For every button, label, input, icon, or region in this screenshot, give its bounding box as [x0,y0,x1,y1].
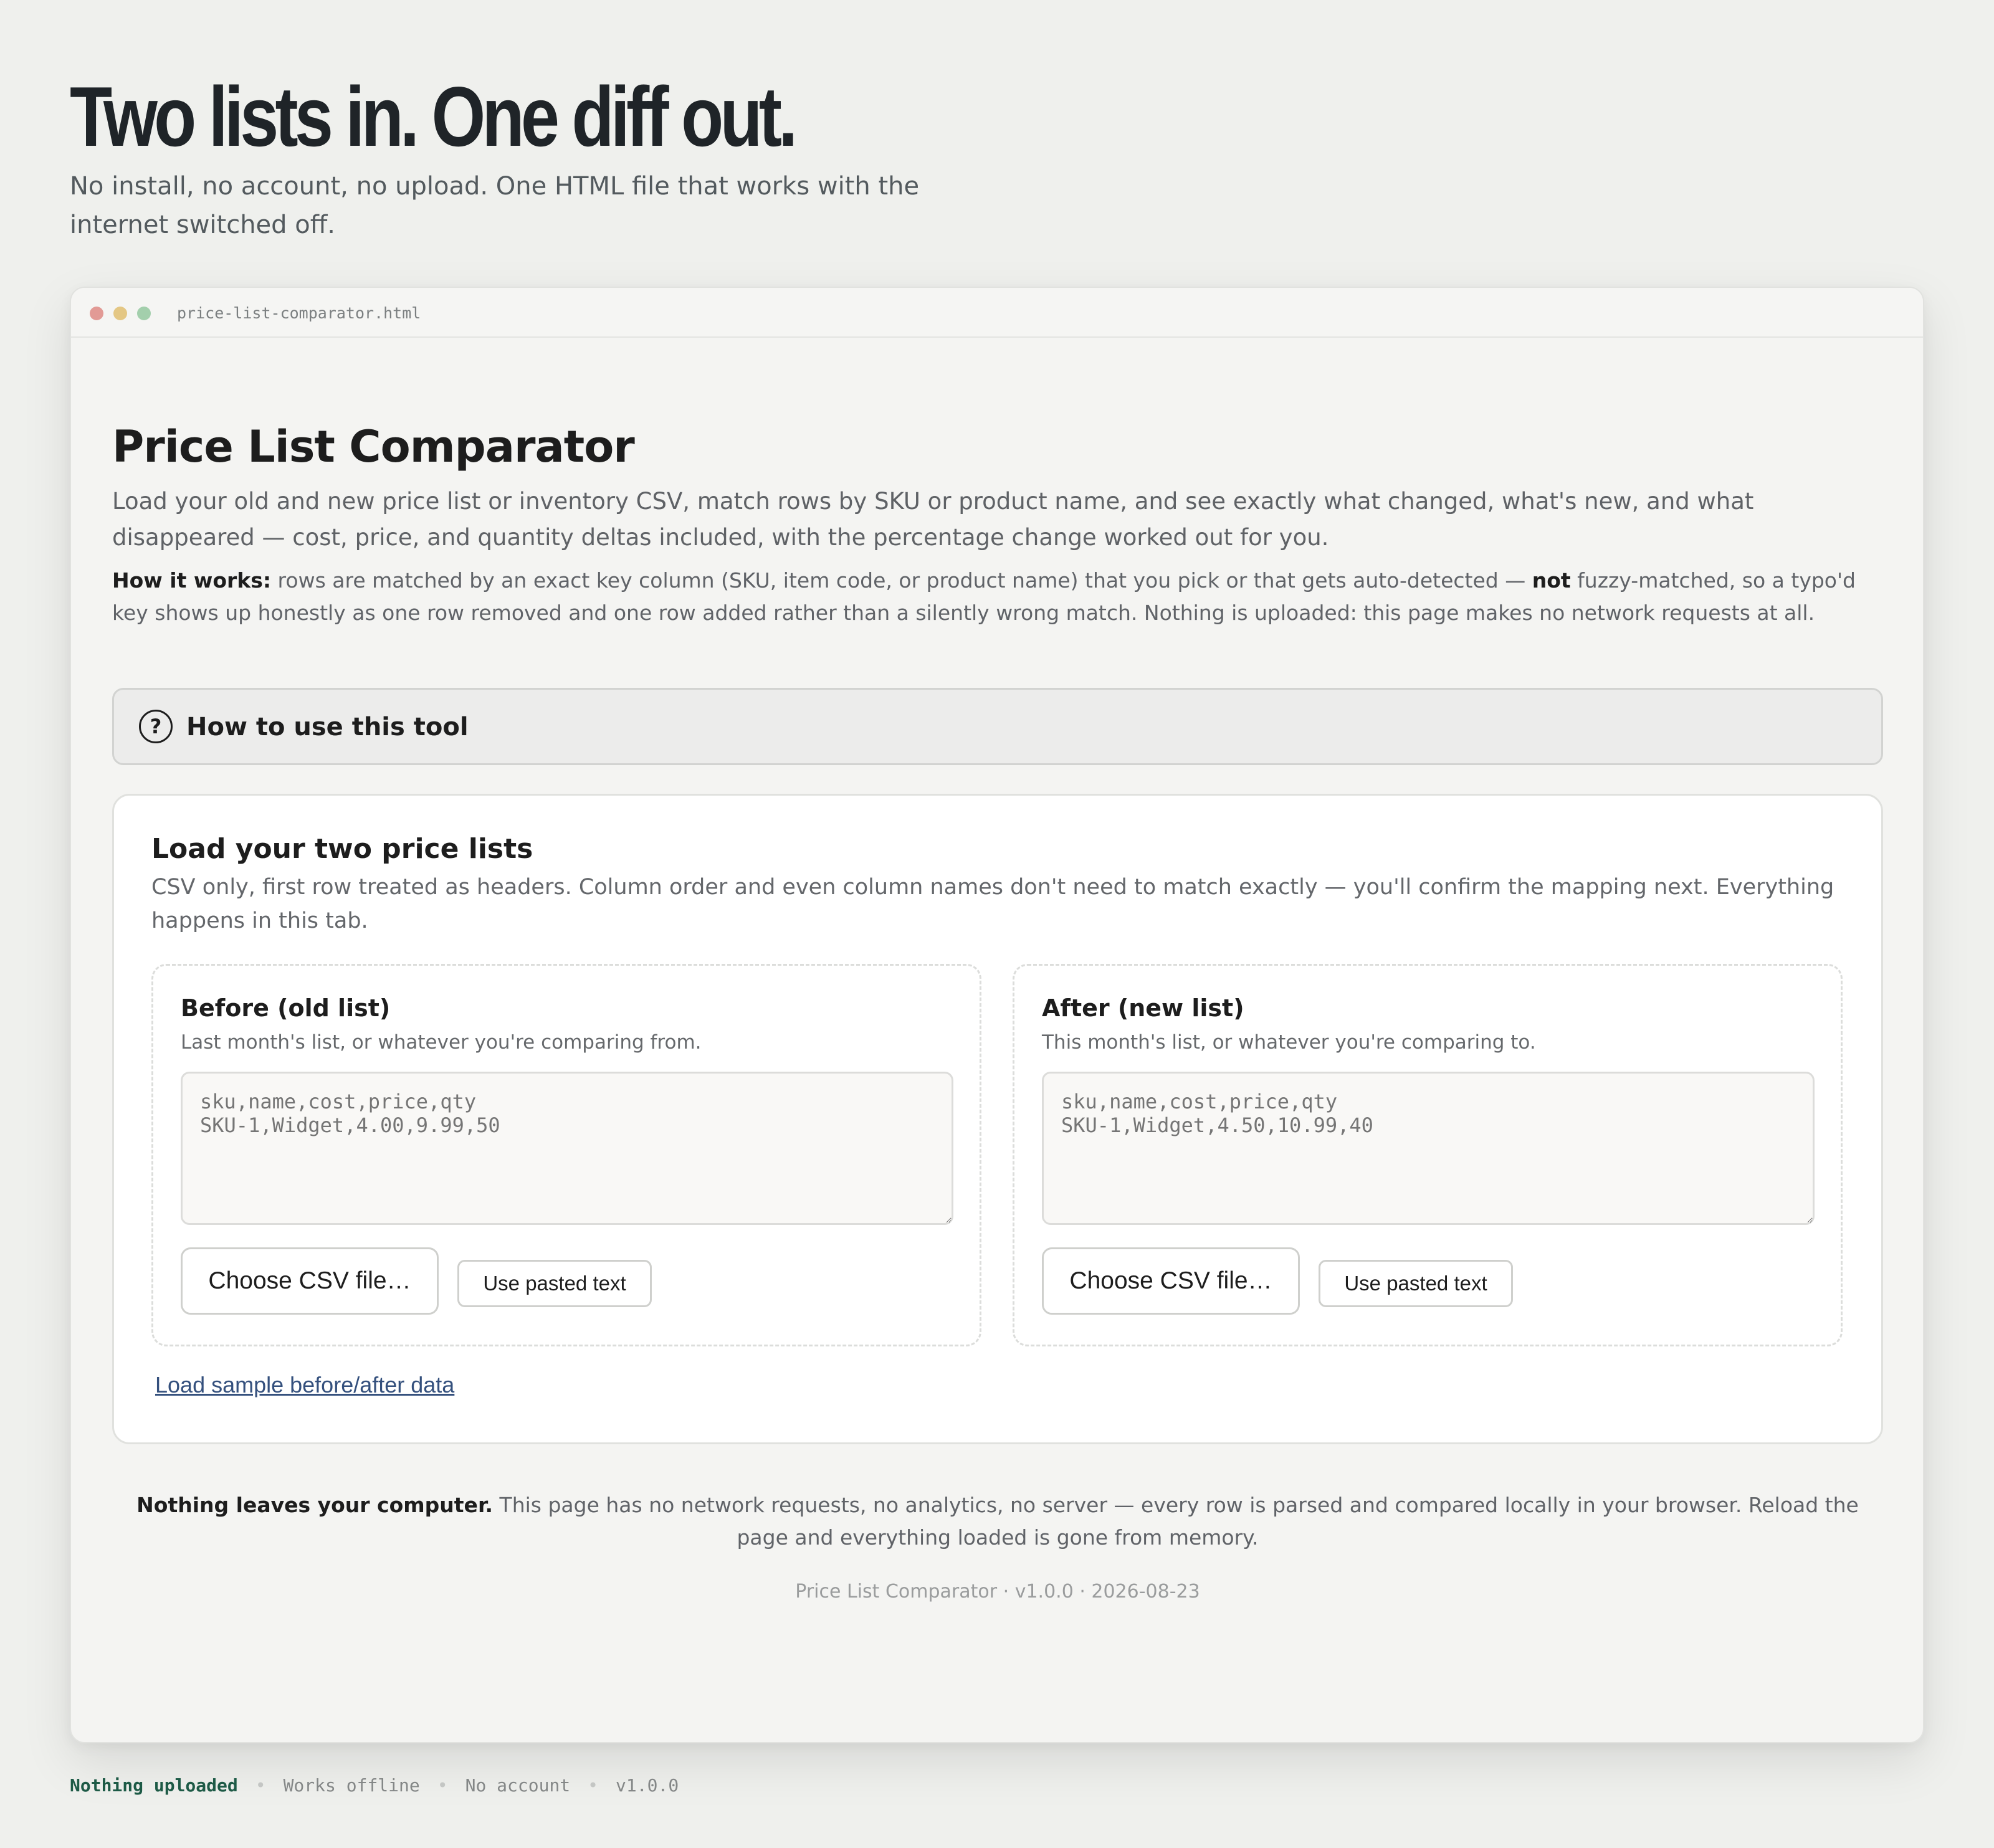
privacy-note: Nothing leaves your computer. This page … [112,1489,1883,1554]
load-card-title: Load your two price lists [151,833,533,865]
version-line: Price List Comparator · v1.0.0 · 2026-08… [795,1581,1200,1603]
app-title: Price List Comparator [112,421,635,472]
before-choose-file-button[interactable]: Choose CSV file… [181,1247,439,1315]
before-panel-title: Before (old list) [181,994,391,1022]
privacy-note-text: This page has no network requests, no an… [493,1493,1859,1550]
status-item-works-offline: Works offline [283,1775,420,1796]
maximize-dot-icon [137,307,151,320]
after-csv-input[interactable] [1042,1072,1815,1225]
after-panel-title: After (new list) [1042,994,1244,1022]
app-description: Load your old and new price list or inve… [112,488,1754,551]
minimize-dot-icon [113,307,127,320]
hero-subtitle: No install, no account, no upload. One H… [70,172,920,239]
question-icon: ? [139,710,173,743]
after-panel: After (new list) This month's list, or w… [1013,964,1843,1346]
status-item-nothing-uploaded: Nothing uploaded [70,1775,238,1796]
status-separator: • [588,1775,599,1796]
window-chrome: price-list-comparator.html [71,288,1923,338]
window-filename: price-list-comparator.html [177,304,421,322]
before-csv-input[interactable] [181,1072,953,1225]
page: Two lists in. One diff out. No install, … [0,0,1994,1848]
how-to-use-label: How to use this tool [186,713,469,741]
after-use-pasted-button[interactable]: Use pasted text [1319,1260,1513,1307]
after-choose-file-button[interactable]: Choose CSV file… [1042,1247,1300,1315]
privacy-note-bold: Nothing leaves your computer. [136,1493,494,1517]
how-it-works-label: How it works: [112,568,272,593]
before-panel-subtitle: Last month's list, or whatever you're co… [181,1031,702,1054]
status-item-no-account: No account [465,1775,571,1796]
before-panel: Before (old list) Last month's list, or … [151,964,981,1346]
how-it-works-not: not [1532,568,1571,593]
how-to-use-toggle[interactable]: ? How to use this tool [112,688,1883,765]
after-panel-subtitle: This month's list, or whatever you're co… [1042,1031,1536,1054]
status-separator: • [437,1775,448,1796]
before-use-pasted-button[interactable]: Use pasted text [457,1260,652,1307]
hero-title: Two lists in. One diff out. [70,69,798,164]
close-dot-icon [90,307,103,320]
browser-window: price-list-comparator.html Price List Co… [70,287,1924,1743]
load-sample-link[interactable]: Load sample before/after data [155,1370,454,1400]
load-card-description: CSV only, first row treated as headers. … [151,875,1834,933]
load-card: Load your two price lists CSV only, firs… [112,794,1883,1444]
how-it-works-text: How it works: rows are matched by an exa… [112,564,1882,629]
how-it-works-part-1: rows are matched by an exact key column … [271,568,1532,593]
status-separator: • [255,1775,266,1796]
status-item-version: v1.0.0 [616,1775,679,1796]
status-bar: Nothing uploaded • Works offline • No ac… [70,1773,679,1798]
